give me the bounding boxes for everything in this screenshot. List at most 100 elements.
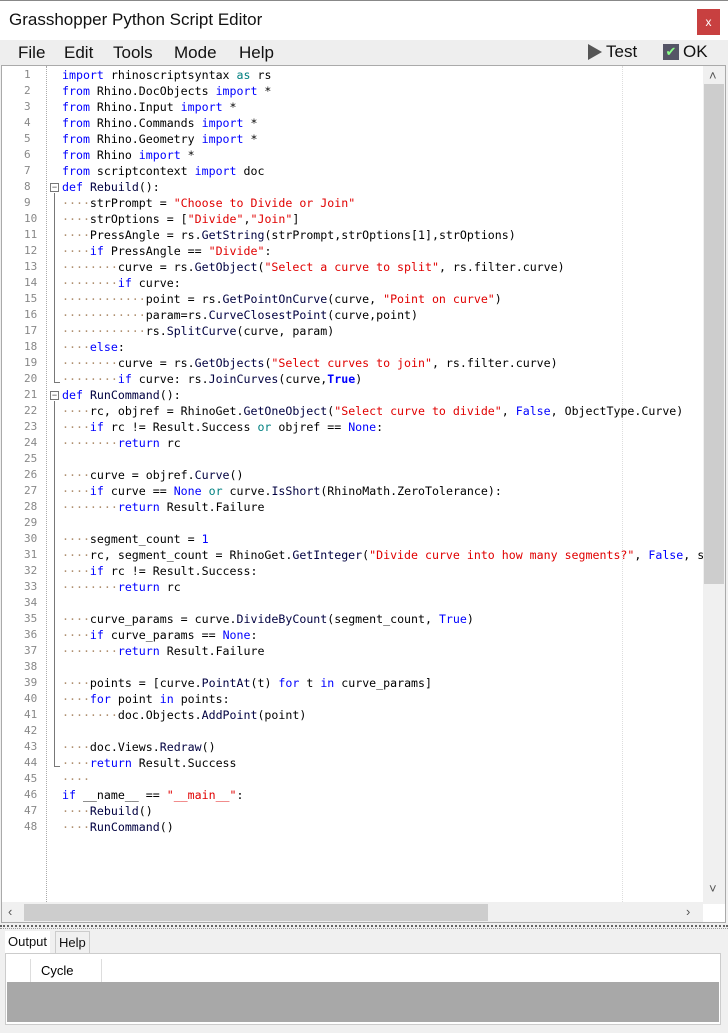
code-token: rc, segment_count = RhinoGet.	[89, 548, 293, 562]
scroll-right-icon[interactable]: ›	[686, 904, 690, 919]
code-token: def	[62, 180, 83, 194]
code-line[interactable]: 29	[2, 515, 702, 531]
scroll-down-icon[interactable]: ˅	[709, 881, 717, 896]
code-line[interactable]: 4 from Rhino.Commands import *	[2, 115, 702, 131]
code-line[interactable]: 38	[2, 659, 702, 675]
code-line[interactable]: 16 ············param=rs.CurveClosestPoint…	[2, 307, 702, 323]
code-line[interactable]: 34	[2, 595, 702, 611]
code-line[interactable]: 30 ····segment_count = 1	[2, 531, 702, 547]
code-line[interactable]: 23 ····if rc != Result.Success or objref …	[2, 419, 702, 435]
code-line[interactable]: 1 import rhinoscriptsyntax as rs	[2, 67, 702, 83]
menu-help[interactable]: Help	[239, 43, 274, 63]
code-line[interactable]: 19 ········curve = rs.GetObjects("Select …	[2, 355, 702, 371]
code-line[interactable]: 17 ············rs.SplitCurve(curve, param…	[2, 323, 702, 339]
code-line[interactable]: 39 ····points = [curve.PointAt(t) for t i…	[2, 675, 702, 691]
code-token: )	[466, 612, 474, 626]
code-token: ········	[62, 276, 118, 290]
code-line[interactable]: 20 ········if curve: rs.JoinCurves(curve,…	[2, 371, 702, 387]
code-line[interactable]: 33 ········return rc	[2, 579, 702, 595]
code-line[interactable]: 25	[2, 451, 702, 467]
code-line[interactable]: 2 from Rhino.DocObjects import *	[2, 83, 702, 99]
code-line[interactable]: 45 ····	[2, 771, 702, 787]
code-line[interactable]: 6 from Rhino import *	[2, 147, 702, 163]
line-number: 25	[24, 452, 38, 465]
code-line[interactable]: 8 def Rebuild():	[2, 179, 702, 195]
fold-collapse-icon[interactable]: −	[50, 391, 59, 400]
line-number: 32	[24, 564, 38, 577]
code-text: ····curve = objref.Curve()	[62, 467, 244, 483]
horizontal-scrollbar[interactable]: ‹ ›	[2, 902, 703, 922]
code-line[interactable]: 28 ········return Result.Failure	[2, 499, 702, 515]
code-line[interactable]: 41 ········doc.Objects.AddPoint(point)	[2, 707, 702, 723]
menu-edit[interactable]: Edit	[64, 43, 93, 63]
line-number: 47	[24, 804, 38, 817]
code-line[interactable]: 3 from Rhino.Input import *	[2, 99, 702, 115]
code-line[interactable]: 47 ····Rebuild()	[2, 803, 702, 819]
code-line[interactable]: 46 if __name__ == "__main__":	[2, 787, 702, 803]
code-line[interactable]: 27 ····if curve == None or curve.IsShort(…	[2, 483, 702, 499]
line-number: 44	[24, 756, 38, 769]
code-token: doc.Views.	[89, 740, 160, 754]
code-line[interactable]: 48 ····RunCommand()	[2, 819, 702, 835]
grid-header-cycle[interactable]: Cycle	[31, 959, 102, 982]
scroll-left-icon[interactable]: ‹	[8, 904, 12, 919]
code-text: ········return Result.Failure	[62, 643, 264, 659]
code-line[interactable]: 42	[2, 723, 702, 739]
code-line[interactable]: 36 ····if curve_params == None:	[2, 627, 702, 643]
menu-tools[interactable]: Tools	[113, 43, 153, 63]
menu-mode[interactable]: Mode	[174, 43, 217, 63]
code-token: "Divide"	[208, 244, 265, 258]
code-line[interactable]: 14 ········if curve:	[2, 275, 702, 291]
code-line[interactable]: 31 ····rc, segment_count = RhinoGet.GetIn…	[2, 547, 704, 563]
code-line[interactable]: 10 ····strOptions = ["Divide","Join"]	[2, 211, 702, 227]
vertical-scroll-thumb[interactable]	[704, 84, 724, 584]
code-line[interactable]: 44 ····return Result.Success	[2, 755, 702, 771]
code-token: return	[89, 756, 132, 770]
code-line[interactable]: 22 ····rc, objref = RhinoGet.GetOneObject…	[2, 403, 702, 419]
code-line[interactable]: 11 ····PressAngle = rs.GetString(strPromp…	[2, 227, 702, 243]
code-token: for	[278, 676, 300, 690]
code-line[interactable]: 37 ········return Result.Failure	[2, 643, 702, 659]
code-token: curve: rs.	[131, 372, 209, 386]
code-line[interactable]: 18 ····else:	[2, 339, 702, 355]
code-text: ····rc, objref = RhinoGet.GetOneObject("…	[62, 403, 683, 419]
line-number: 37	[24, 644, 38, 657]
code-token: "Select curves to join"	[271, 356, 432, 370]
code-token: import	[138, 148, 181, 162]
code-token: IsShort	[271, 484, 321, 498]
code-editor[interactable]: 1 import rhinoscriptsyntax as rs 2 from Rhi…	[1, 65, 726, 923]
code-line[interactable]: 40 ····for point in points:	[2, 691, 702, 707]
scroll-up-icon[interactable]: ˄	[709, 68, 717, 83]
code-line[interactable]: 26 ····curve = objref.Curve()	[2, 467, 702, 483]
code-text: ····return Result.Success	[62, 755, 237, 771]
vertical-scrollbar[interactable]: ˄ ˅	[703, 66, 725, 904]
code-token: , rs.filter.curve)	[438, 260, 565, 274]
panel-splitter[interactable]	[0, 925, 728, 929]
code-token: curve.	[222, 484, 272, 498]
code-line[interactable]: 15 ············point = rs.GetPointOnCurve…	[2, 291, 702, 307]
horizontal-scroll-thumb[interactable]	[24, 904, 488, 921]
code-line[interactable]: 35 ····curve_params = curve.DivideByCount…	[2, 611, 702, 627]
menu-file[interactable]: File	[18, 43, 45, 63]
tab-help[interactable]: Help	[55, 931, 90, 953]
fold-collapse-icon[interactable]: −	[50, 183, 59, 192]
tab-output[interactable]: Output	[5, 931, 51, 953]
code-line[interactable]: 43 ····doc.Views.Redraw()	[2, 739, 702, 755]
code-token: else	[89, 340, 118, 354]
code-line[interactable]: 32 ····if rc != Result.Success:	[2, 563, 702, 579]
code-line[interactable]: 24 ········return rc	[2, 435, 702, 451]
code-text: ········doc.Objects.AddPoint(point)	[62, 707, 306, 723]
close-button[interactable]: x	[697, 9, 720, 35]
line-number: 9	[24, 196, 31, 209]
ok-button[interactable]: ✔ OK	[663, 42, 708, 62]
code-line[interactable]: 7 from scriptcontext import doc	[2, 163, 702, 179]
test-button[interactable]: Test	[588, 42, 637, 62]
code-line[interactable]: 9 ····strPrompt = "Choose to Divide or Jo…	[2, 195, 702, 211]
code-line[interactable]: 5 from Rhino.Geometry import *	[2, 131, 702, 147]
code-token: return	[117, 580, 160, 594]
code-line[interactable]: 13 ········curve = rs.GetObject("Select a…	[2, 259, 702, 275]
code-token: curve = rs.	[117, 260, 195, 274]
code-line[interactable]: 12 ····if PressAngle == "Divide":	[2, 243, 702, 259]
line-number: 18	[24, 340, 38, 353]
code-line[interactable]: 21 def RunCommand():	[2, 387, 702, 403]
